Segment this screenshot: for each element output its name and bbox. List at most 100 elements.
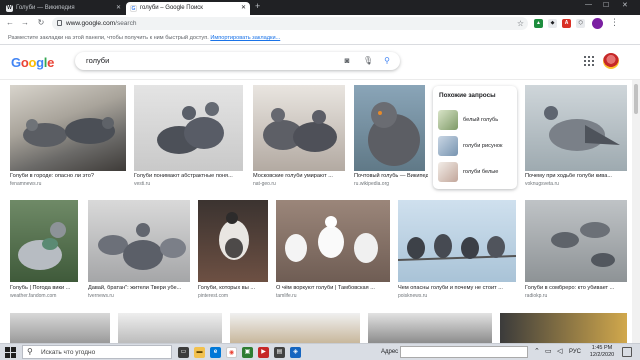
scrollbar-thumb[interactable] <box>634 84 638 114</box>
app-icon[interactable]: ◈ <box>290 347 301 358</box>
result-caption[interactable]: Чем опасны голуби и почему не стоит ... <box>398 285 516 292</box>
related-search-item[interactable]: голуби белые <box>438 162 514 182</box>
result-caption[interactable]: Почему при ходьбе голуби кива... <box>525 173 627 180</box>
result-image[interactable] <box>500 313 627 343</box>
apps-grid-icon[interactable] <box>584 56 594 66</box>
system-tray-chevron-icon[interactable]: ⌃ <box>534 344 540 360</box>
result-image[interactable] <box>198 200 268 282</box>
navigation-bar: ← → ↻ www.google.com/search ☆ ▲ ◆ А ⬡ ⋮ <box>0 15 640 32</box>
taskbar-search-field[interactable]: ⚲ Искать что угодно <box>22 345 172 359</box>
extension-icon[interactable]: ◆ <box>548 19 557 28</box>
edge-icon[interactable]: e <box>210 347 221 358</box>
result-image[interactable] <box>525 200 627 282</box>
result-image[interactable] <box>10 85 126 171</box>
profile-icon[interactable] <box>592 18 603 29</box>
related-search-item[interactable]: голуби рисунок <box>438 136 514 156</box>
close-window-icon[interactable]: ✕ <box>622 1 628 9</box>
microphone-icon[interactable]: 🎙 <box>363 56 373 66</box>
minimize-icon[interactable]: — <box>585 1 592 8</box>
tab-title: Голуби — Википедия <box>16 5 75 11</box>
import-bookmarks-link[interactable]: Импортировать закладки... <box>210 35 280 41</box>
result-source: radiokp.ru <box>525 293 548 299</box>
menu-dots-icon[interactable]: ⋮ <box>610 17 619 28</box>
extension-icon[interactable]: ▲ <box>534 19 543 28</box>
related-thumbnail <box>438 136 458 156</box>
pigeon-image <box>98 223 186 270</box>
result-source: tamlife.ru <box>276 293 297 299</box>
pigeon-image <box>18 222 66 270</box>
tab-wikipedia[interactable]: W Голуби — Википедия ✕ <box>2 2 125 15</box>
camera-icon[interactable]: ◙ <box>342 56 352 66</box>
app-icon[interactable]: ▤ <box>274 347 285 358</box>
close-tab-icon[interactable]: ✕ <box>241 2 246 15</box>
result-source: ru.wikipedia.org <box>354 181 390 187</box>
result-caption[interactable]: Московские голуби умирают ... <box>253 173 349 180</box>
search-input[interactable]: голуби <box>86 52 109 70</box>
network-icon[interactable]: ▭ <box>545 344 552 360</box>
result-caption[interactable]: Давай, братан": жители Твери убе... <box>88 285 192 292</box>
related-searches-panel: Похожие запросы белый голубь голуби рису… <box>433 86 517 189</box>
close-tab-icon[interactable]: ✕ <box>116 2 121 15</box>
file-explorer-icon[interactable]: ▬ <box>194 347 205 358</box>
back-icon[interactable]: ← <box>5 18 15 28</box>
related-search-item[interactable]: белый голубь <box>438 110 514 130</box>
result-image[interactable] <box>525 85 627 171</box>
chrome-icon[interactable]: ◉ <box>226 347 237 358</box>
page-scrollbar[interactable] <box>632 80 640 344</box>
bookmarks-hint: Разместите закладки на этой панели, чтоб… <box>8 35 209 41</box>
extension-icon[interactable]: ⬡ <box>576 19 585 28</box>
tab-google-search[interactable]: G голуби – Google Поиск ✕ <box>126 2 250 15</box>
result-caption[interactable]: Голуби, которых вы ... <box>198 285 272 292</box>
app-icon[interactable]: ▣ <box>242 347 253 358</box>
notification-icon[interactable] <box>622 347 632 357</box>
result-caption[interactable]: Голубь | Погода вики ... <box>10 285 84 292</box>
google-icon: G <box>130 5 137 12</box>
volume-icon[interactable]: ◁ <box>557 344 562 360</box>
address-bar[interactable]: www.google.com/search ☆ <box>52 17 528 30</box>
tab-strip: W Голуби — Википедия ✕ G голуби – Google… <box>0 0 640 15</box>
maximize-icon[interactable]: ☐ <box>603 1 609 9</box>
windows-start-icon[interactable] <box>5 347 16 358</box>
app-icon[interactable]: ▶ <box>258 347 269 358</box>
result-caption[interactable]: Почтовый голубь — Википедия <box>354 173 428 180</box>
avatar[interactable] <box>603 53 619 69</box>
related-thumbnail <box>438 162 458 182</box>
result-image[interactable] <box>10 200 78 282</box>
result-image[interactable] <box>276 200 390 282</box>
result-caption[interactable]: О чём воркуют голуби | Тамбовская ... <box>276 285 390 292</box>
search-box[interactable]: голуби ◙ 🎙 ⚲ <box>75 52 400 70</box>
new-tab-icon[interactable]: + <box>255 1 260 11</box>
pigeon-image <box>544 106 620 151</box>
task-view-icon[interactable]: ▭ <box>178 347 189 358</box>
result-caption[interactable]: Голуби в сомбреро: кто убивает ... <box>525 285 627 292</box>
forward-icon[interactable]: → <box>20 18 30 28</box>
result-image[interactable] <box>134 85 243 171</box>
google-header: Google голуби ◙ 🎙 ⚲ <box>0 46 640 80</box>
result-image[interactable] <box>118 313 222 343</box>
bookmark-star-icon[interactable]: ☆ <box>517 17 524 30</box>
lock-icon <box>57 20 62 26</box>
google-logo[interactable]: Google <box>11 55 54 70</box>
pigeon-image <box>219 212 249 260</box>
wikipedia-icon: W <box>6 5 13 12</box>
result-image[interactable] <box>253 85 345 171</box>
pigeon-image <box>398 234 516 261</box>
result-image[interactable] <box>354 85 425 171</box>
reload-icon[interactable]: ↻ <box>36 18 46 28</box>
search-icon[interactable]: ⚲ <box>382 56 392 66</box>
result-source: vesti.ru <box>134 181 151 187</box>
address-toolbar-input[interactable] <box>400 346 528 358</box>
taskbar-clock[interactable]: 1:45 PM 12/2/2020 <box>587 345 617 359</box>
result-caption[interactable]: Голуби понимают абстрактные поня... <box>134 173 246 180</box>
result-caption[interactable]: Голуби в городе: опасно ли это? <box>10 173 126 180</box>
result-image[interactable] <box>88 200 190 282</box>
pigeon-image <box>285 216 378 263</box>
result-image[interactable] <box>368 313 492 343</box>
extension-icon[interactable]: А <box>562 19 571 28</box>
result-image[interactable] <box>10 313 110 343</box>
pigeon-image <box>263 108 337 152</box>
language-indicator[interactable]: РУС <box>569 344 581 360</box>
related-searches-title: Похожие запросы <box>439 92 496 99</box>
result-image[interactable] <box>230 313 360 343</box>
result-image[interactable] <box>398 200 516 282</box>
